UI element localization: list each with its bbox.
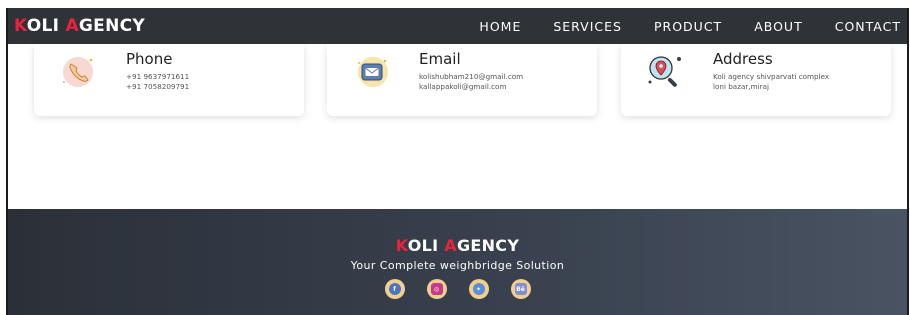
navbar: KOLI AGENCY HOME SERVICES PRODUCT ABOUT … xyxy=(8,8,907,44)
footer-brand-letter-a: A xyxy=(444,236,457,255)
email-address-2[interactable]: kallappakoli@gmail.com xyxy=(419,82,506,91)
phone-icon xyxy=(58,52,98,92)
twitter-icon[interactable]: ✦ xyxy=(468,279,489,299)
footer-brand-logo[interactable]: KOLI AGENCY xyxy=(8,236,907,255)
nav-link-services[interactable]: SERVICES xyxy=(537,19,638,34)
address-line-1: Koli agency shivparvati complex xyxy=(713,72,830,81)
footer-brand-text-gency: GENCY xyxy=(456,236,520,255)
instagram-glyph: ◎ xyxy=(430,283,443,295)
address-title: Address xyxy=(713,50,773,68)
phone-number-2[interactable]: +91 7058209791 xyxy=(126,82,189,91)
footer-brand-text-oli: OLI xyxy=(407,236,445,255)
behance-glyph: Bē xyxy=(514,283,527,295)
footer: KOLI AGENCY Your Complete weighbridge So… xyxy=(8,209,907,315)
page-frame: KOLI AGENCY HOME SERVICES PRODUCT ABOUT … xyxy=(6,8,909,315)
facebook-glyph: f xyxy=(388,283,401,295)
phone-card: Phone +91 9637971611 +91 7058209791 xyxy=(34,44,304,116)
instagram-icon[interactable]: ◎ xyxy=(426,279,447,299)
nav-link-about[interactable]: ABOUT xyxy=(738,19,819,34)
address-line-2: loni bazar,miraj xyxy=(713,82,769,91)
email-icon xyxy=(351,52,391,92)
twitter-glyph: ✦ xyxy=(472,283,485,295)
brand-text-gency: GENCY xyxy=(78,16,146,36)
footer-brand-letter-k: K xyxy=(395,236,408,255)
facebook-icon[interactable]: f xyxy=(384,279,405,299)
nav-link-product[interactable]: PRODUCT xyxy=(638,19,738,34)
email-card: Email kolishubham210@gmail.com kallappak… xyxy=(327,44,597,116)
brand-letter-a: A xyxy=(65,16,79,36)
email-address-1[interactable]: kolishubham210@gmail.com xyxy=(419,72,523,81)
nav-links: HOME SERVICES PRODUCT ABOUT CONTACT xyxy=(463,8,901,44)
brand-letter-k: K xyxy=(14,16,27,36)
brand-text-oli: OLI xyxy=(26,16,66,36)
brand-logo[interactable]: KOLI AGENCY xyxy=(14,16,145,36)
location-search-icon xyxy=(645,52,685,92)
nav-link-home[interactable]: HOME xyxy=(463,19,537,34)
social-links: f ◎ ✦ Bē xyxy=(8,279,907,299)
email-title: Email xyxy=(419,50,461,68)
footer-tagline: Your Complete weighbridge Solution xyxy=(350,259,565,272)
address-card: Address Koli agency shivparvati complex … xyxy=(621,44,891,116)
nav-link-contact[interactable]: CONTACT xyxy=(819,19,901,34)
behance-icon[interactable]: Bē xyxy=(510,279,531,299)
phone-number-1[interactable]: +91 9637971611 xyxy=(126,72,189,81)
phone-title: Phone xyxy=(126,50,173,68)
